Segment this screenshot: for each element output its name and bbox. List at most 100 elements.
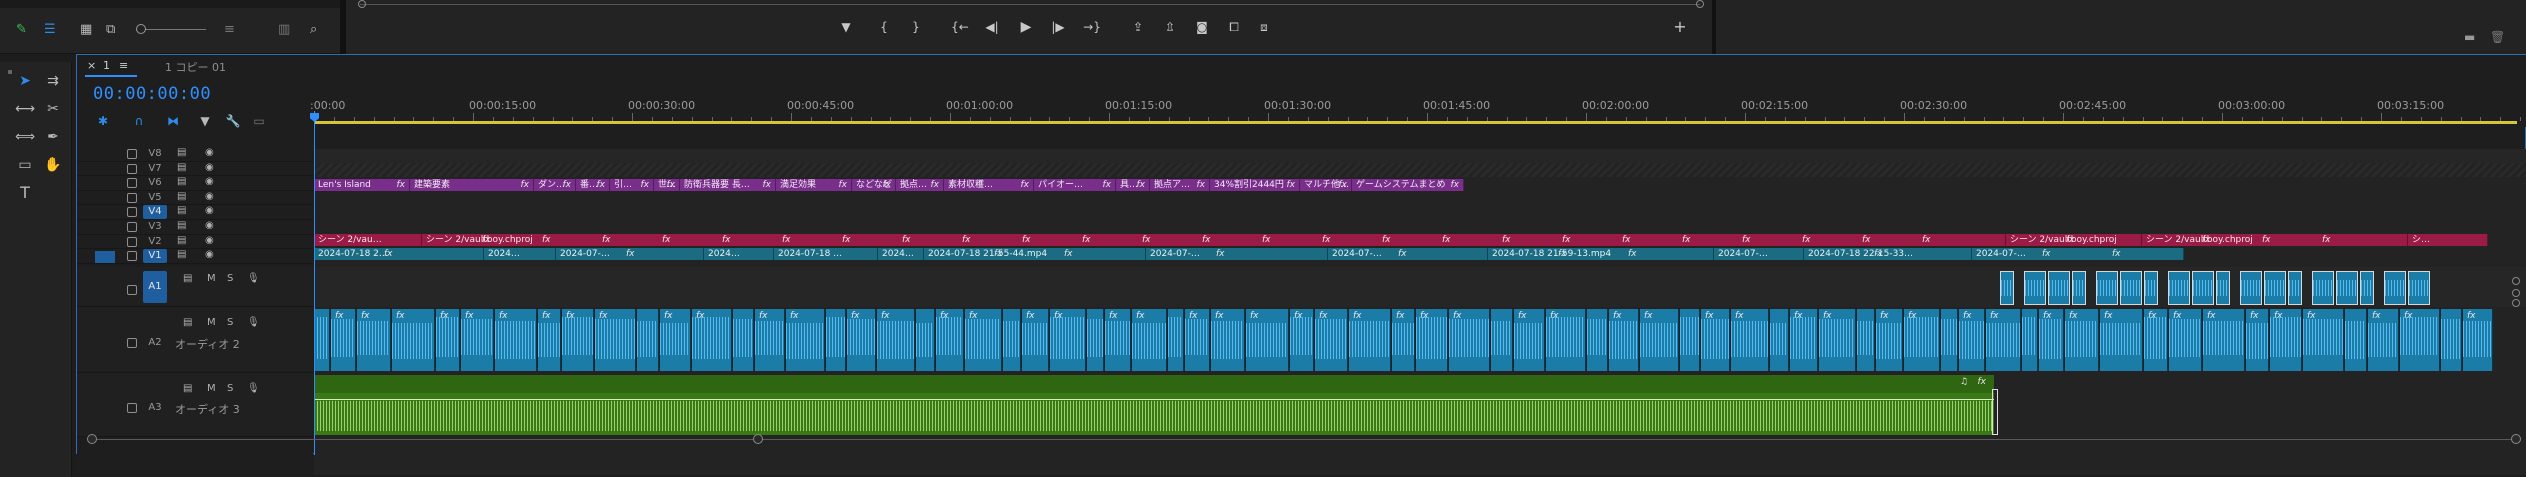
vertical-zoom-knob[interactable] bbox=[2512, 277, 2520, 285]
eye-icon[interactable]: ◉ bbox=[205, 176, 214, 187]
eye-icon[interactable]: ◉ bbox=[205, 249, 214, 260]
selection-tool-icon[interactable]: ➤ bbox=[14, 70, 36, 92]
eye-icon[interactable]: ◉ bbox=[205, 220, 214, 231]
a1-audio-clip[interactable] bbox=[2072, 271, 2086, 305]
v6-clip[interactable]: マルチ他… fx bbox=[1300, 179, 1352, 191]
v1-clip[interactable]: 2024-07-… fx bbox=[1328, 248, 1488, 260]
lane-v2[interactable]: シーン 2/vau… シーン 2/vaultboy.chproj fx fx fx fx f… bbox=[314, 233, 2526, 247]
a2-audio-clip[interactable]: fx bbox=[1392, 309, 1415, 371]
track-label-v7[interactable]: V7 bbox=[143, 162, 167, 176]
a2-audio-clip[interactable]: fx bbox=[1546, 309, 1586, 371]
time-ruler[interactable]: :00:00 00:00:15:00 00:00:30:00 00:00:45:00 0… bbox=[310, 55, 2526, 127]
a2-audio-clip[interactable]: fx bbox=[436, 309, 460, 371]
a2-audio-clip[interactable]: fx bbox=[2039, 309, 2064, 371]
v1-clip[interactable]: 2024-07-18 21-59-13.mp4 fx fx bbox=[1488, 248, 1714, 260]
v1-clip[interactable]: 2024… bbox=[484, 248, 556, 260]
a2-audio-clip[interactable]: fx bbox=[2203, 309, 2245, 371]
playhead-timecode[interactable]: 00:00:00:00 bbox=[93, 84, 211, 104]
a2-audio-clip[interactable]: fx bbox=[2065, 309, 2099, 371]
work-area-bar[interactable] bbox=[314, 121, 2517, 124]
a2-audio-clip[interactable]: fx bbox=[1290, 309, 1314, 371]
lock-icon[interactable] bbox=[127, 149, 137, 159]
a2-audio-clip[interactable] bbox=[733, 309, 754, 371]
v1-clip[interactable]: 2024-07-… fx bbox=[556, 248, 704, 260]
a2-audio-clip[interactable] bbox=[916, 309, 935, 371]
freeform-view-icon[interactable]: ⧉ bbox=[106, 22, 115, 37]
lane-v1[interactable]: 2024-07-18 2… fx 2024… 2024-07-… fx 2024… 2024… bbox=[314, 247, 2526, 261]
a1-audio-clip[interactable] bbox=[2408, 271, 2430, 305]
v6-clip[interactable]: 素材収穫… fx bbox=[944, 179, 1034, 191]
add-marker-button[interactable]: ▼ bbox=[836, 18, 856, 36]
automate-icon[interactable]: ▥ bbox=[278, 22, 290, 37]
film-icon[interactable]: ▤ bbox=[177, 176, 186, 187]
eye-icon[interactable]: ◉ bbox=[205, 205, 214, 216]
lock-icon[interactable] bbox=[127, 163, 137, 174]
v2-clip[interactable]: シーン 2/vaultboy.chproj fx fx fx bbox=[2142, 234, 2408, 246]
a2-audio-clip[interactable]: fx bbox=[1449, 309, 1490, 371]
a2-audio-clip[interactable]: fx bbox=[1609, 309, 1639, 371]
track-label-v1[interactable]: V1 bbox=[143, 249, 167, 264]
v2-clip[interactable]: シーン 2/vaultboy.chproj fx fx fx fx fx fx fx fx fx f… bbox=[422, 234, 2006, 246]
v6-clip[interactable]: Len's Island fx bbox=[314, 179, 410, 191]
close-tab-icon[interactable]: × bbox=[87, 59, 96, 72]
mute-button[interactable]: M bbox=[207, 383, 216, 394]
a2-audio-clip[interactable] bbox=[826, 309, 846, 371]
v6-clip[interactable]: 世… fx bbox=[654, 179, 680, 191]
a1-audio-clip[interactable] bbox=[2048, 271, 2070, 305]
a2-audio-clip[interactable] bbox=[1680, 309, 1700, 371]
a2-audio-clip[interactable] bbox=[1003, 309, 1021, 371]
lock-icon[interactable] bbox=[127, 285, 137, 295]
a2-audio-clip[interactable]: fx bbox=[1986, 309, 2021, 371]
a1-audio-clip[interactable] bbox=[2288, 271, 2302, 305]
track-select-icon[interactable]: ⇉ bbox=[42, 70, 64, 92]
v6-clip[interactable]: パイオー… fx bbox=[1034, 179, 1116, 191]
a1-audio-clip[interactable] bbox=[2240, 271, 2262, 305]
a1-audio-clip[interactable] bbox=[2096, 271, 2118, 305]
solo-button[interactable]: S bbox=[227, 317, 233, 328]
a2-audio-clip[interactable]: fx bbox=[1876, 309, 1903, 371]
mute-button[interactable]: M bbox=[207, 317, 216, 328]
lift-icon[interactable]: ⇪ bbox=[1128, 18, 1148, 36]
lock-icon[interactable] bbox=[127, 192, 137, 203]
v1-clip[interactable]: 2024… bbox=[704, 248, 774, 260]
timeline-horizontal-scrollbar[interactable] bbox=[87, 431, 2521, 449]
microphone-icon[interactable]: 🎙 bbox=[247, 383, 260, 394]
camera-icon[interactable]: ◙ bbox=[1192, 18, 1212, 36]
a2-audio-clip[interactable] bbox=[314, 309, 330, 371]
a2-audio-clip[interactable]: fx bbox=[1132, 309, 1167, 371]
sort-icon[interactable]: ≡ bbox=[224, 22, 235, 37]
v1-clip[interactable]: 2024-07-18 … bbox=[774, 248, 878, 260]
sync-lock-icon[interactable]: ▤ bbox=[183, 383, 192, 394]
a1-audio-clip[interactable] bbox=[2024, 271, 2046, 305]
snap-icon[interactable]: ∩ bbox=[129, 113, 149, 129]
a2-audio-clip[interactable] bbox=[1941, 309, 1958, 371]
track-label-v4[interactable]: V4 bbox=[143, 205, 167, 220]
pencil-icon[interactable]: ✎ bbox=[16, 22, 27, 37]
tab-sequence-name[interactable]: 1 コピー 01 bbox=[165, 59, 226, 75]
lock-icon[interactable] bbox=[127, 251, 137, 262]
lock-icon[interactable] bbox=[127, 178, 137, 189]
vertical-zoom-knob[interactable] bbox=[2512, 289, 2520, 297]
a2-audio-clip[interactable] bbox=[2441, 309, 2462, 371]
a2-audio-clip[interactable] bbox=[1770, 309, 1789, 371]
a1-audio-clip[interactable] bbox=[2264, 271, 2286, 305]
a2-audio-clip[interactable]: fx bbox=[1514, 309, 1545, 371]
track-label-v5[interactable]: V5 bbox=[143, 191, 167, 205]
a2-audio-clip[interactable]: fx bbox=[1904, 309, 1940, 371]
track-content-area[interactable]: Len's Island fx 建築要素 fx ダン… fx 番… fx 引… fx 世… fx 防衛兵… bbox=[314, 149, 2526, 475]
v6-clip[interactable]: 引… fx bbox=[610, 179, 654, 191]
a2-audio-clip[interactable] bbox=[637, 309, 659, 371]
a2-audio-clip[interactable]: fx bbox=[1416, 309, 1448, 371]
a2-audio-clip[interactable]: fx bbox=[595, 309, 636, 371]
a2-audio-clip[interactable]: fx bbox=[936, 309, 964, 371]
a2-audio-clip[interactable] bbox=[2022, 309, 2038, 371]
track-label-a1[interactable]: A1 bbox=[143, 271, 167, 303]
a2-audio-clip[interactable]: fx bbox=[1315, 309, 1348, 371]
track-label-v8[interactable]: V8 bbox=[143, 147, 167, 161]
v1-clip[interactable]: 2024-07-… bbox=[1714, 248, 1804, 260]
a1-audio-clip[interactable] bbox=[2144, 271, 2158, 305]
mark-in-button[interactable]: { bbox=[874, 18, 894, 36]
a2-audio-clip[interactable]: fx bbox=[1185, 309, 1210, 371]
eye-icon[interactable]: ◉ bbox=[205, 191, 214, 202]
linked-selection-icon[interactable]: ⧓ bbox=[163, 113, 183, 129]
